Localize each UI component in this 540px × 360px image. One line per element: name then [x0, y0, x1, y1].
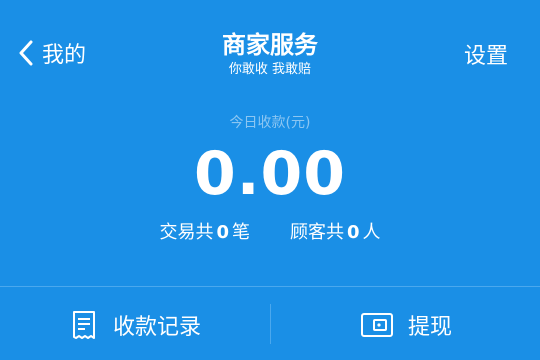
- payment-records-button[interactable]: 收款记录: [0, 290, 270, 360]
- title-block: 商家服务 你敢收 我敢赔: [0, 30, 540, 79]
- withdraw-label: 提现: [407, 315, 452, 340]
- wallet-icon: [360, 313, 393, 337]
- today-income-amount: 0.00: [193, 139, 347, 209]
- transactions-count: 0: [216, 222, 229, 243]
- navigation-bar: 我的 商家服务 你敢收 我敢赔 设置: [0, 0, 540, 84]
- stats-row: 交易共 0 笔 顾客共 0 人: [0, 218, 540, 244]
- page-title: 商家服务: [222, 31, 318, 59]
- receipt-icon: [72, 311, 95, 339]
- settings-button[interactable]: 设置: [464, 38, 508, 70]
- page-subtitle: 你敢收 我敢赔: [228, 62, 312, 77]
- transactions-unit: 笔: [232, 222, 250, 243]
- payment-records-label: 收款记录: [112, 315, 201, 340]
- customers-count: 0: [347, 222, 360, 243]
- withdraw-button[interactable]: 提现: [271, 290, 540, 360]
- today-income-label: 今日收款(元): [229, 115, 311, 131]
- transactions-prefix: 交易共: [159, 222, 214, 243]
- customers-prefix: 顾客共: [290, 222, 344, 243]
- horizontal-divider: [0, 286, 540, 287]
- transactions-stat: 交易共 0 笔: [159, 218, 250, 244]
- customers-unit: 人: [362, 222, 381, 243]
- customers-stat: 顾客共 0 人: [290, 218, 381, 244]
